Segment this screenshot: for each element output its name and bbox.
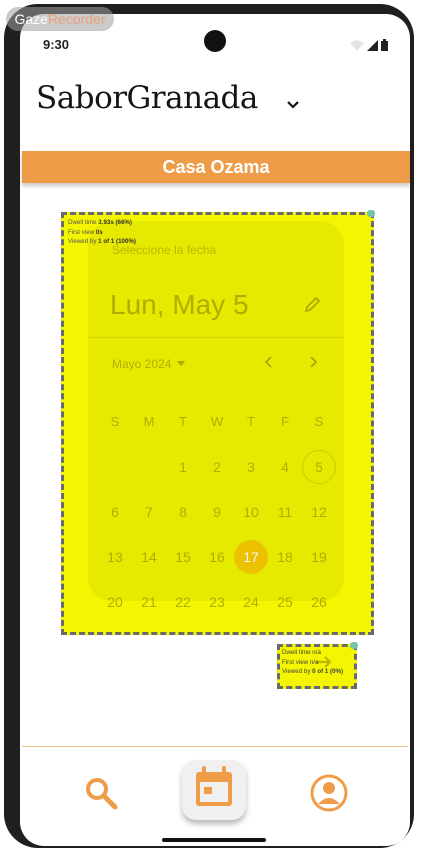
calendar-week-row: 13 14 15 16 17 18 19 <box>98 534 336 579</box>
calendar-day[interactable]: 25 <box>268 585 302 619</box>
weekday-label: S <box>110 414 120 429</box>
calendar-day[interactable]: 12 <box>302 495 336 529</box>
dwell-line: Dwell time 3.93s (66%) <box>68 218 136 228</box>
front-camera <box>204 30 226 52</box>
viewed-label: Viewed by <box>68 238 97 245</box>
dwell-label: Dwell time <box>68 219 97 226</box>
calendar-day[interactable]: 24 <box>234 585 268 619</box>
calendar-day[interactable]: 18 <box>268 540 302 574</box>
calendar-day[interactable]: 14 <box>132 540 166 574</box>
heatmap-overlay-calendar: Seleccione la fecha Lun, May 5 Mayo 2024… <box>61 210 375 635</box>
calendar-day[interactable]: 3 <box>234 450 268 484</box>
calendar-day[interactable]: 11 <box>268 495 302 529</box>
dwell-value: 3.93s (66%) <box>98 219 132 226</box>
chevron-down-icon[interactable] <box>286 98 300 112</box>
viewed-value: 1 of 1 (100%) <box>98 238 136 245</box>
app-title: SaborGranada <box>36 80 258 116</box>
calendar-day[interactable]: 9 <box>200 495 234 529</box>
first-view-label: First view <box>68 228 95 236</box>
calendar-empty-cell <box>132 450 166 484</box>
dropdown-arrow-icon <box>177 361 186 366</box>
home-indicator <box>162 838 266 842</box>
weekday-label: F <box>281 414 289 429</box>
calendar-day[interactable]: 2 <box>200 450 234 484</box>
search-icon[interactable] <box>84 776 118 810</box>
calendar-week-row: 6 7 8 9 10 11 12 <box>98 489 336 534</box>
first-view-line-2: First view n/a <box>282 658 343 668</box>
calendar-day[interactable]: 16 <box>200 540 234 574</box>
watermark-part1: Gaze <box>14 11 48 27</box>
status-icons <box>350 39 388 51</box>
first-view-value: 0s <box>95 228 103 236</box>
calendar-day[interactable]: 23 <box>200 585 234 619</box>
calendar-empty-cell <box>98 450 132 484</box>
calendar-day[interactable]: 6 <box>98 495 132 529</box>
weekday-label: W <box>210 414 224 429</box>
bottom-nav-divider <box>22 746 408 747</box>
calendar-day[interactable]: 22 <box>166 585 200 619</box>
viewed-label-2: Viewed by <box>282 668 311 675</box>
wifi-icon <box>350 40 364 51</box>
date-picker-card: Seleccione la fecha Lun, May 5 Mayo 2024… <box>88 221 344 610</box>
calendar-day[interactable]: 15 <box>166 540 200 574</box>
phone-frame: 9:30 SaborGranada Casa Ozama Seleccione … <box>4 4 414 848</box>
profile-icon[interactable] <box>310 774 348 812</box>
viewed-line-2: Viewed by 0 of 1 (0%) <box>282 667 343 677</box>
battery-icon <box>381 39 388 51</box>
next-month-icon[interactable] <box>306 355 320 369</box>
calendar-day[interactable]: 20 <box>98 585 132 619</box>
calendar-day[interactable]: 17 <box>234 539 268 574</box>
weekday-label: S <box>314 414 324 429</box>
viewed-value-2: 0 of 1 (0%) <box>312 668 344 675</box>
status-time: 9:30 <box>43 37 70 52</box>
month-year-label: Mayo 2024 <box>112 357 172 371</box>
weekday-header-row: SMTWTFS <box>98 399 336 444</box>
calendar-day[interactable]: 19 <box>302 540 336 574</box>
overlay-stats-2: Dwell time n/a First view n/a Viewed by … <box>282 648 343 677</box>
calendar-icon <box>196 766 232 806</box>
weekday-label: T <box>179 414 187 429</box>
watermark-part2: Recorder <box>47 11 106 27</box>
date-picker-divider <box>88 337 344 338</box>
first-view-line: First view 0s <box>68 228 136 238</box>
restaurant-banner: Casa Ozama <box>22 151 410 183</box>
gaze-recorder-watermark: GazeRecorder <box>6 7 114 31</box>
first-view-value-2: n/a <box>309 658 319 666</box>
dwell-value-2: n/a <box>312 649 321 656</box>
weekday-label: T <box>247 414 255 429</box>
selected-date-heading: Lun, May 5 <box>110 289 249 320</box>
month-year-selector[interactable]: Mayo 2024 <box>112 357 186 371</box>
calendar-day[interactable]: 10 <box>234 495 268 529</box>
calendar-grid: S M T W T F S 1 2 3 4 5 6 7 8 9 10 11 12 13 14 15 16 17 18 19 20 21… <box>98 399 336 624</box>
calendar-day[interactable]: 26 <box>302 585 336 619</box>
edit-pencil-icon[interactable] <box>303 296 321 314</box>
calendar-day[interactable]: 5 <box>302 449 336 484</box>
calendar-day[interactable]: 4 <box>268 450 302 484</box>
overlay-badge-2 <box>350 642 358 649</box>
calendar-nav-button[interactable] <box>182 760 246 820</box>
overlay-badge <box>367 210 375 217</box>
calendar-day[interactable]: 13 <box>98 540 132 574</box>
calendar-day[interactable]: 21 <box>132 585 166 619</box>
calendar-day[interactable]: 1 <box>166 450 200 484</box>
calendar-week-row: 12345 <box>98 444 336 489</box>
calendar-day[interactable]: 7 <box>132 495 166 529</box>
signal-icon <box>367 40 378 51</box>
dwell-label-2: Dwell time <box>282 649 311 656</box>
weekday-label: M <box>143 414 155 429</box>
heatmap-overlay-next: Dwell time n/a First view n/a Viewed by … <box>277 642 358 689</box>
first-view-label-2: First view <box>282 658 309 666</box>
prev-month-icon[interactable] <box>262 355 276 369</box>
app-screen: 9:30 SaborGranada Casa Ozama Seleccione … <box>20 14 410 846</box>
overlay-stats: Dwell time 3.93s (66%) First view 0s Vie… <box>68 218 136 247</box>
calendar-week-row: 20 21 22 23 24 25 26 <box>98 579 336 624</box>
restaurant-name: Casa Ozama <box>162 157 270 177</box>
dwell-line-2: Dwell time n/a <box>282 648 343 658</box>
calendar-day[interactable]: 8 <box>166 495 200 529</box>
viewed-line: Viewed by 1 of 1 (100%) <box>68 237 136 247</box>
